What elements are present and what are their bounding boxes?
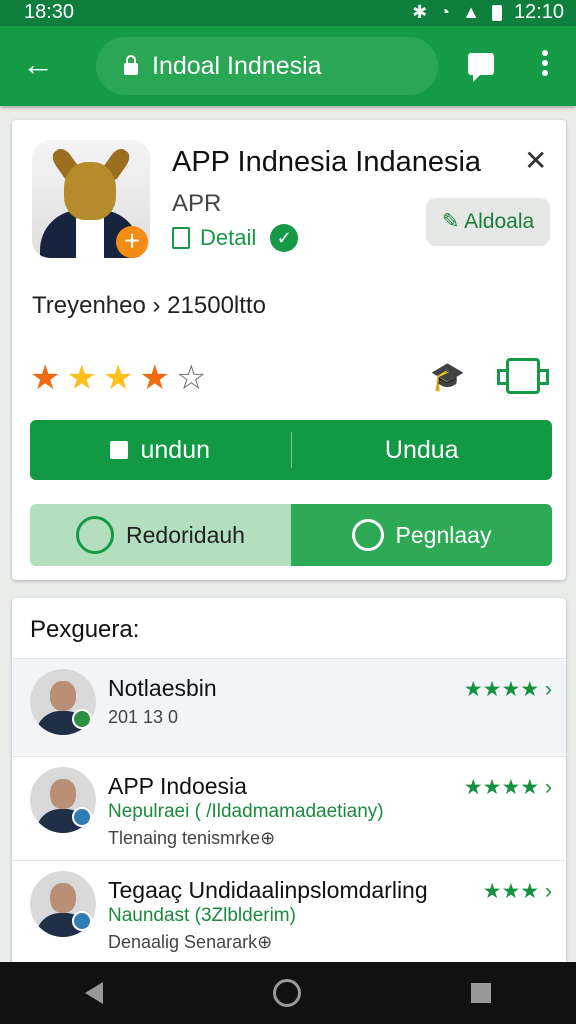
battery-icon (491, 4, 502, 21)
pegnlaay-button[interactable]: Pegnlaay (291, 504, 552, 566)
download-icon (110, 441, 129, 459)
top-app-bar: ← Indoal Indnesia (0, 26, 576, 106)
star-empty-icon: ☆ (175, 359, 207, 397)
review-rating: ★★★★ › (463, 678, 552, 701)
back-icon[interactable] (85, 982, 103, 1004)
reviews-title: Pexguera: (30, 616, 140, 643)
star-icon: ★ (139, 359, 170, 397)
wifi-icon: ◔ (439, 2, 451, 22)
detail-label: Detail (200, 225, 257, 250)
lock-icon (124, 55, 138, 75)
undua-button[interactable]: Undua (292, 420, 553, 480)
review-item[interactable]: Notlaesbin 201 13 0 ★★★★ › (12, 658, 566, 755)
review-item[interactable]: APP Indoesia Nepulraei ( /Ildadmamadaeti… (12, 756, 566, 853)
review-name: Notlaesbin (108, 675, 217, 701)
detail-link[interactable]: Detail ✓ (172, 224, 299, 252)
review-meta: Denaalig Senarark⊕ (108, 932, 273, 952)
status-right: ✱ ◔ ▲ 12:10 (412, 1, 564, 24)
close-icon[interactable]: ✕ (524, 144, 547, 177)
add-icon: ✎ (441, 210, 460, 233)
verified-icon (72, 911, 92, 931)
status-time-right: 12:10 (513, 1, 564, 23)
sync-icon (351, 519, 384, 551)
chat-icon[interactable] (468, 53, 494, 82)
star-icon: ★ (66, 359, 97, 397)
plus-icon[interactable]: + (116, 226, 148, 258)
add-button[interactable]: ✎ Aldoala (426, 198, 550, 246)
bluetooth-icon: ✱ (412, 2, 428, 22)
review-rating: ★★★ › (482, 880, 552, 903)
system-nav-bar (0, 962, 576, 1024)
url-text: Indoal Indnesia (152, 51, 322, 80)
verified-icon (72, 709, 92, 729)
verified-icon (72, 807, 92, 827)
review-meta: 201 13 0 (108, 707, 179, 727)
ranking-text: Treyenheo › 21500ltto (32, 292, 266, 319)
star-icon: ★ (30, 359, 61, 397)
review-meta: Tlenaing tenismrke⊕ (108, 828, 276, 848)
review-name: Tegaaç Undidaalinpslomdarling (108, 877, 428, 903)
star-icon: ★ (102, 359, 134, 397)
share-icon[interactable] (497, 358, 549, 394)
refresh-icon (76, 516, 115, 554)
add-label: Aldoala (464, 210, 535, 233)
status-bar: 18:30 ✱ ◔ ▲ 12:10 (0, 0, 576, 26)
home-icon[interactable] (273, 979, 301, 1007)
review-item[interactable]: Tegaaç Undidaalinpslomdarling Naundast (… (12, 860, 566, 957)
signal-icon: ▲ (462, 2, 480, 22)
more-vert-icon[interactable] (538, 50, 552, 80)
rating-stars: ★ ★ ★ ★ ☆ (30, 358, 206, 398)
undun-label: undun (140, 435, 211, 464)
review-subtitle: Naundast (3Zlblderim) (108, 905, 296, 926)
reviews-card: Pexguera: Notlaesbin 201 13 0 ★★★★ › APP… (12, 598, 566, 968)
app-title: APP Indnesia Indanesia (172, 146, 482, 178)
status-time-left: 18:30 (24, 1, 75, 23)
redoridauh-label: Redoridauh (126, 521, 245, 548)
review-rating: ★★★★ › (463, 776, 552, 799)
detail-icon (172, 227, 190, 249)
url-field[interactable]: Indoal Indnesia (96, 37, 438, 95)
pegnlaay-label: Pegnlaay (395, 521, 492, 548)
undun-button[interactable]: undun (30, 420, 291, 480)
review-subtitle: Nepulraei ( /Ildadmamadaetiany) (108, 801, 384, 822)
back-arrow-icon[interactable]: ← (22, 44, 58, 84)
secondary-button-row: Redoridauh Pegnlaay (30, 504, 552, 566)
review-name: APP Indoesia (108, 773, 247, 799)
graduation-cap-icon[interactable]: 🎓 (430, 360, 465, 393)
check-circle-icon: ✓ (270, 224, 299, 252)
redoridauh-button[interactable]: Redoridauh (30, 504, 291, 566)
undua-label: Undua (384, 435, 459, 464)
recents-icon[interactable] (471, 983, 491, 1003)
primary-button-row: undun Undua (30, 420, 552, 480)
app-card: + APP Indnesia Indanesia ✕ APR Detail ✓ … (12, 120, 566, 580)
app-subtitle: APR (172, 190, 222, 217)
